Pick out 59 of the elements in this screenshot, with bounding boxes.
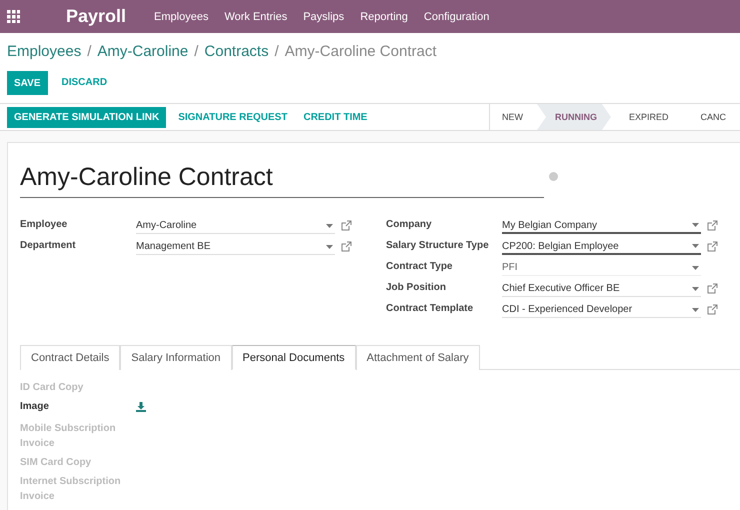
dropdown-field[interactable]: CDI - Experienced Developer (502, 302, 701, 318)
header-button[interactable]: SIGNATURE REQUEST (170, 112, 296, 122)
notebook-tab[interactable]: Salary Information (120, 345, 232, 370)
field-label: Contract Type (386, 260, 454, 274)
breadcrumb-link[interactable]: Employees (7, 42, 82, 60)
caret-icon[interactable] (326, 224, 333, 228)
menu-item[interactable]: Payslips (303, 10, 344, 22)
document-label: SIM Card Copy (20, 456, 92, 470)
dropdown-field[interactable]: CP200: Belgian Employee (502, 239, 701, 255)
caret-icon[interactable] (326, 244, 333, 248)
dropdown-field[interactable]: Chief Executive Officer BE (502, 281, 701, 297)
field-label: Employee (20, 218, 68, 232)
external-link-icon[interactable] (341, 220, 352, 231)
external-link-icon[interactable] (707, 304, 718, 315)
menu-item[interactable]: Employees (154, 10, 208, 22)
dropdown-field[interactable]: Amy-Caroline (136, 218, 335, 234)
external-link-icon[interactable] (707, 241, 718, 252)
field-label: Job Position (386, 281, 447, 295)
dropdown-field[interactable]: Management BE (136, 239, 335, 255)
field-label: Company (386, 218, 433, 232)
caret-icon[interactable] (692, 286, 699, 290)
dropdown-field[interactable]: My Belgian Company (502, 218, 701, 234)
app-name[interactable]: Payroll (66, 6, 126, 27)
save-button[interactable]: SAVE (7, 70, 48, 94)
contract-title[interactable]: Amy-Caroline Contract (20, 163, 544, 198)
download-icon[interactable] (136, 402, 146, 412)
field-label: Department (20, 239, 77, 253)
external-link-icon[interactable] (707, 283, 718, 294)
breadcrumb-link[interactable]: Contracts (204, 42, 269, 60)
notebook-tab[interactable]: Contract Details (20, 345, 120, 370)
caret-icon[interactable] (692, 308, 699, 312)
status-dot[interactable] (549, 172, 558, 181)
breadcrumb-current: Amy-Caroline Contract (284, 42, 436, 60)
external-link-icon[interactable] (341, 241, 352, 252)
header-button[interactable]: GENERATE SIMULATION LINK (7, 106, 166, 128)
document-label: Internet Subscription Invoice (20, 475, 122, 504)
caret-icon[interactable] (692, 244, 699, 248)
notebook-tab[interactable]: Attachment of Salary (356, 345, 480, 370)
breadcrumb-separator: / (87, 42, 92, 60)
breadcrumb-separator: / (194, 42, 198, 60)
menu-item[interactable]: Work Entries (224, 10, 288, 22)
document-label: ID Card Copy (20, 381, 84, 395)
document-label: Image (20, 400, 50, 414)
external-link-icon[interactable] (707, 220, 718, 231)
discard-button[interactable]: DISCARD (52, 70, 118, 95)
dropdown-field[interactable]: PFI (502, 260, 701, 276)
document-label: Mobile Subscription Invoice (20, 422, 117, 451)
caret-icon[interactable] (692, 266, 699, 270)
notebook-tab[interactable]: Personal Documents (232, 345, 356, 370)
breadcrumb-link[interactable]: Amy-Caroline (97, 42, 188, 60)
status-stage[interactable]: RUNNING (536, 104, 611, 130)
caret-icon[interactable] (692, 223, 699, 227)
apps-grid-icon[interactable] (7, 10, 20, 23)
menu-item[interactable]: Configuration (424, 10, 490, 22)
header-button[interactable]: CREDIT TIME (295, 112, 376, 122)
field-label: Salary Structure Type (386, 239, 490, 253)
field-label: Contract Template (386, 302, 474, 316)
menu-item[interactable]: Reporting (360, 10, 408, 22)
breadcrumb-separator: / (274, 42, 279, 60)
